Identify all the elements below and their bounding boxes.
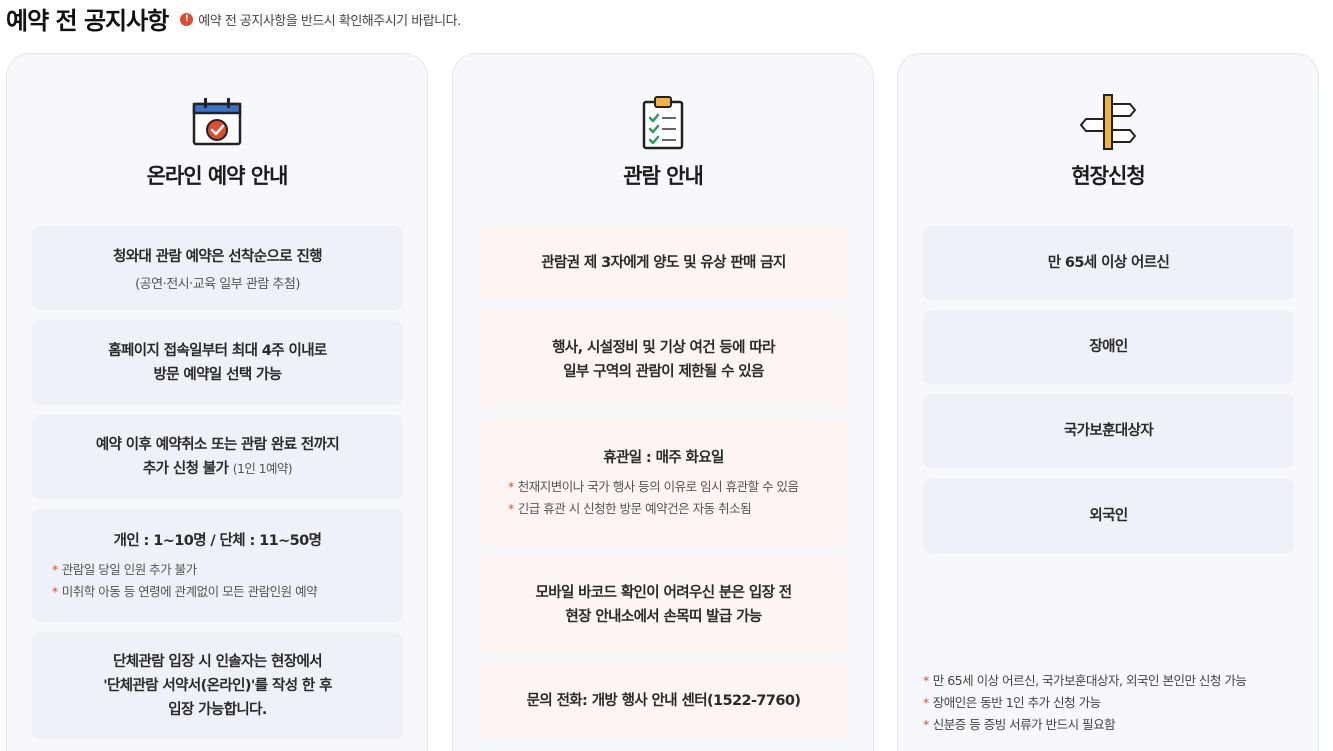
page-title: 예약 전 공지사항 <box>6 6 169 35</box>
card-text: 모바일 바코드 확인이 어려우신 분은 입장 전 <box>535 585 792 601</box>
note-list: * 관람일 당일 인원 추가 불가 * 미취학 아동 등 연령에 관계없이 모든 관… <box>52 559 318 603</box>
card-text: 청와대 관람 예약은 선착순으로 진행 <box>113 248 323 265</box>
card-text: '단체관람 서약서(온라인)'를 작성 한 후 <box>103 677 332 694</box>
onsite-footnotes: * 만 65세 이상 어르신, 국가보훈대상자, 외국인 본인만 신청 가능 * 장… <box>923 670 1247 736</box>
signpost-icon <box>1079 94 1137 150</box>
onsite-application-panel: 현장신청 만 65세 이상 어르신 장애인 국가보훈대상자 외국인 * 만 65세… <box>897 53 1319 751</box>
onsite-card-disabled: 장애인 <box>923 310 1294 384</box>
card-text: 국가보훈대상자 <box>1063 423 1154 439</box>
card-text: 예약 이후 예약취소 또는 관람 완료 전까지 <box>95 437 340 453</box>
card-text: 단체관람 입장 시 인솔자는 현장에서 <box>113 653 323 670</box>
card-text: 관람권 제 3자에게 양도 및 유상 판매 금지 <box>541 255 786 271</box>
online-card-first-come: 청와대 관람 예약은 선착순으로 진행 (공연·전시·교육 일부 관람 추첨) <box>32 226 403 310</box>
note-item: * 긴급 휴관 시 신청한 방문 예약건은 자동 취소됨 <box>508 500 752 516</box>
notice-text: 예약 전 공지사항을 반드시 확인해주시기 바랍니다. <box>198 13 461 29</box>
onsite-card-senior: 만 65세 이상 어르신 <box>923 226 1294 300</box>
online-card-no-additional: 예약 이후 예약취소 또는 관람 완료 전까지 추가 신청 불가 (1인 1예약… <box>32 415 403 499</box>
card-text: 일부 구역의 관람이 제한될 수 있음 <box>563 363 764 380</box>
contact-phone: 문의 전화: 개방 행사 안내 센터(1522-7760) <box>526 693 801 709</box>
card-text: 장애인 <box>1089 339 1128 355</box>
onsite-title: 현장신청 <box>1071 164 1145 188</box>
note-list: * 천재지변이나 국가 행사 등의 이유로 임시 휴관할 수 있음 * 긴급 휴관 … <box>508 476 799 520</box>
viewing-card-wristband: 모바일 바코드 확인이 어려우신 분은 입장 전 현장 안내소에서 손목띠 발급… <box>478 556 849 654</box>
clipboard-checklist-icon <box>642 96 684 150</box>
page-header: 예약 전 공지사항 ! 예약 전 공지사항을 반드시 확인해주시기 바랍니다. <box>6 0 461 36</box>
card-text: 추가 신청 불가 <box>142 461 229 477</box>
calendar-check-icon <box>192 98 242 146</box>
card-text: 방문 예약일 선택 가능 <box>153 366 282 383</box>
online-card-group-entry: 단체관람 입장 시 인솔자는 현장에서 '단체관람 서약서(온라인)'를 작성 … <box>32 632 403 739</box>
card-text: 홈페이지 접속일부터 최대 4주 이내로 <box>108 342 327 359</box>
footnote-item: * 장애인은 동반 1인 추가 신청 가능 <box>923 695 1101 710</box>
card-text: 외국인 <box>1089 508 1128 524</box>
viewing-title: 관람 안내 <box>623 164 704 188</box>
card-text: 입장 가능합니다. <box>168 701 267 718</box>
online-title: 온라인 예약 안내 <box>146 164 289 188</box>
footnote-item: * 신분증 등 증빙 서류가 반드시 필요함 <box>923 717 1116 732</box>
card-text: 개인 : 1~10명 / 단체 : 11~50명 <box>113 532 322 549</box>
card-sub: (공연·전시·교육 일부 관람 추첨) <box>135 276 300 292</box>
note-item: * 미취학 아동 등 연령에 관계없이 모든 관람인원 예약 <box>52 583 318 599</box>
viewing-card-restriction: 행사, 시설정비 및 기상 여건 등에 따라 일부 구역의 관람이 제한될 수 … <box>478 310 849 409</box>
viewing-card-closed-day: 휴관일 : 매주 화요일 * 천재지변이나 국가 행사 등의 이유로 임시 휴관할… <box>478 419 849 546</box>
viewing-card-resale: 관람권 제 3자에게 양도 및 유상 판매 금지 <box>478 226 849 300</box>
note-item: * 관람일 당일 인원 추가 불가 <box>52 561 197 577</box>
online-card-group-size: 개인 : 1~10명 / 단체 : 11~50명 * 관람일 당일 인원 추가 불… <box>32 509 403 622</box>
alert-icon: ! <box>180 12 194 26</box>
card-text: 현장 안내소에서 손목띠 발급 가능 <box>565 609 762 625</box>
online-card-booking-window: 홈페이지 접속일부터 최대 4주 이내로 방문 예약일 선택 가능 <box>32 320 403 405</box>
notice: ! 예약 전 공지사항을 반드시 확인해주시기 바랍니다. <box>180 10 461 29</box>
card-text: 행사, 시설정비 및 기상 여건 등에 따라 <box>552 339 775 356</box>
viewing-info-panel: 관람 안내 관람권 제 3자에게 양도 및 유상 판매 금지 행사, 시설정비 … <box>452 53 874 751</box>
note-item: * 천재지변이나 국가 행사 등의 이유로 임시 휴관할 수 있음 <box>508 478 799 494</box>
online-reservation-panel: 온라인 예약 안내 청와대 관람 예약은 선착순으로 진행 (공연·전시·교육 … <box>6 53 428 751</box>
onsite-card-foreigner: 외국인 <box>923 479 1294 553</box>
card-text: 만 65세 이상 어르신 <box>1047 255 1170 271</box>
footnote-item: * 만 65세 이상 어르신, 국가보훈대상자, 외국인 본인만 신청 가능 <box>923 673 1247 688</box>
card-text: 휴관일 : 매주 화요일 <box>603 449 724 466</box>
card-inline-note: (1인 1예약) <box>232 461 293 476</box>
viewing-card-contact: 문의 전화: 개방 행사 안내 센터(1522-7760) <box>478 664 849 738</box>
onsite-card-veterans: 국가보훈대상자 <box>923 394 1294 468</box>
